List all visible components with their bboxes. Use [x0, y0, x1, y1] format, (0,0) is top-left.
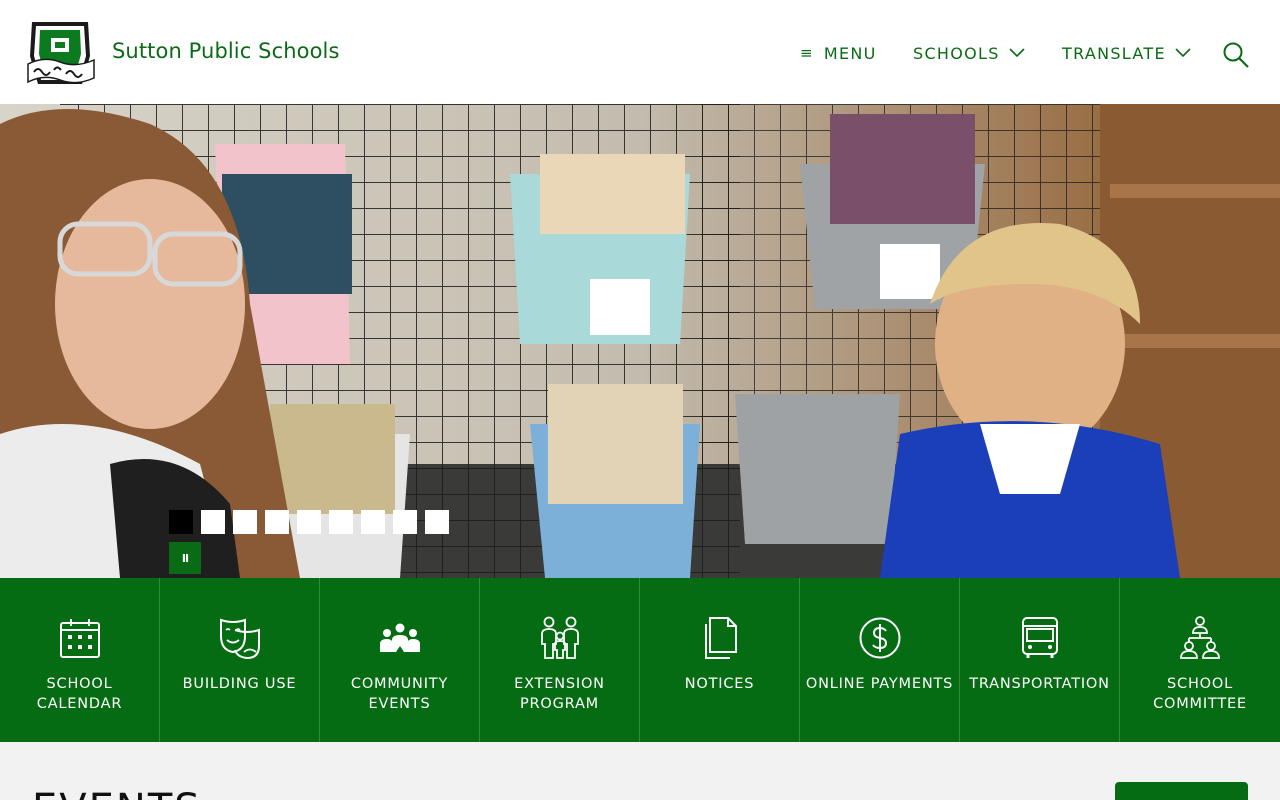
- slide-dot[interactable]: [201, 510, 225, 534]
- quicklink-school-calendar[interactable]: SCHOOL CALENDAR: [0, 578, 160, 742]
- org-chart-icon: [1180, 616, 1220, 659]
- quicklink-label: SCHOOL COMMITTEE: [1153, 676, 1247, 712]
- nav-translate-label: TRANSLATE: [1062, 43, 1166, 63]
- slide-dot[interactable]: [425, 510, 449, 534]
- slide-dot[interactable]: [329, 510, 353, 534]
- hamburger-icon: ≡: [800, 44, 814, 62]
- slideshow-pause-button[interactable]: II: [169, 542, 201, 574]
- quicklink-label: BUILDING USE: [182, 676, 297, 692]
- nav-translate-dropdown[interactable]: TRANSLATE: [1062, 42, 1191, 64]
- slide-dot[interactable]: [169, 510, 193, 534]
- dollar-circle-icon: [859, 617, 900, 659]
- slide-dot[interactable]: [265, 510, 289, 534]
- quicklink-transportation[interactable]: TRANSPORTATION: [960, 578, 1120, 742]
- document-icon: [704, 617, 737, 659]
- quick-links-bar: SCHOOL CALENDAR BUILDING USE COMMUNITY E…: [0, 578, 1280, 742]
- slide-indicators: [169, 510, 449, 534]
- slide-dot[interactable]: [361, 510, 385, 534]
- hero-photo: [0, 104, 1280, 578]
- pause-icon: II: [181, 551, 189, 565]
- quicklink-label: SCHOOL CALENDAR: [36, 676, 123, 712]
- nav-schools-label: SCHOOLS: [913, 43, 1000, 63]
- hero-slideshow: II: [0, 104, 1280, 578]
- events-heading: EVENTS: [32, 786, 202, 800]
- quicklink-label: ONLINE PAYMENTS: [805, 676, 954, 692]
- search-button[interactable]: [1222, 41, 1250, 69]
- chevron-down-icon: [1009, 48, 1025, 58]
- site-title[interactable]: Sutton Public Schools: [112, 39, 340, 63]
- quicklink-building-use[interactable]: BUILDING USE: [160, 578, 320, 742]
- quicklink-extension-program[interactable]: EXTENSION PROGRAM: [480, 578, 640, 742]
- calendar-icon: [59, 619, 100, 658]
- search-icon: [1223, 42, 1249, 68]
- slide-dot[interactable]: [297, 510, 321, 534]
- events-view-all-button[interactable]: [1115, 782, 1248, 800]
- quicklink-school-committee[interactable]: SCHOOL COMMITTEE: [1120, 578, 1280, 742]
- theater-masks-icon: [219, 618, 260, 660]
- quicklink-notices[interactable]: NOTICES: [640, 578, 800, 742]
- slide-dot[interactable]: [233, 510, 257, 534]
- nav-schools-dropdown[interactable]: SCHOOLS: [913, 42, 1025, 64]
- site-header: Sutton Public Schools ≡ MENU SCHOOLS TRA…: [0, 0, 1280, 104]
- quicklink-label: NOTICES: [684, 676, 755, 692]
- bus-icon: [1021, 617, 1058, 658]
- events-section: EVENTS: [0, 742, 1280, 800]
- family-icon: [540, 616, 579, 659]
- slide-dot[interactable]: [393, 510, 417, 534]
- quicklink-label: EXTENSION PROGRAM: [514, 676, 605, 712]
- quicklink-community-events[interactable]: COMMUNITY EVENTS: [320, 578, 480, 742]
- quicklink-label: COMMUNITY EVENTS: [350, 676, 449, 712]
- people-group-icon: [379, 623, 420, 652]
- quicklink-online-payments[interactable]: ONLINE PAYMENTS: [800, 578, 960, 742]
- nav-menu-label: MENU: [823, 43, 877, 63]
- school-logo[interactable]: [24, 16, 96, 88]
- chevron-down-icon: [1175, 48, 1191, 58]
- nav-menu-button[interactable]: ≡ MENU: [800, 42, 877, 64]
- quicklink-label: TRANSPORTATION: [969, 676, 1110, 692]
